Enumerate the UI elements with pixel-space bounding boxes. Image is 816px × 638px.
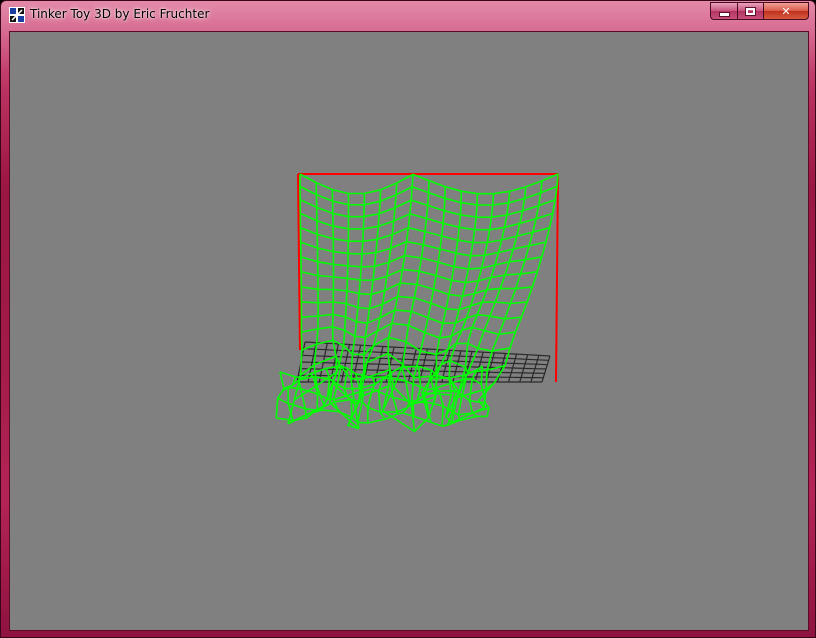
maximize-icon	[746, 7, 755, 15]
cloth-pool-column-line	[400, 366, 411, 414]
cloth-mesh	[275, 173, 559, 433]
title-bar[interactable]: Tinker Toy 3D by Eric Fruchter ✕	[1, 1, 815, 29]
window-title: Tinker Toy 3D by Eric Fruchter	[30, 7, 210, 21]
app-window: Tinker Toy 3D by Eric Fruchter ✕	[0, 0, 816, 638]
render-viewport[interactable]	[9, 31, 809, 631]
maximize-button[interactable]	[737, 2, 763, 20]
cloth-pool-column-line	[434, 375, 444, 427]
cloth-pool-column-line	[275, 371, 285, 418]
minimize-button[interactable]	[710, 2, 737, 20]
close-button[interactable]: ✕	[763, 2, 809, 20]
cloth-column-line	[387, 174, 414, 387]
frame-right-post	[555, 173, 559, 383]
3d-scene	[275, 173, 559, 433]
close-icon: ✕	[781, 4, 791, 18]
minimize-icon	[718, 11, 730, 17]
caption-buttons: ✕	[710, 2, 809, 21]
cloth-pool-column-line	[298, 377, 308, 419]
app-icon[interactable]	[9, 7, 25, 23]
